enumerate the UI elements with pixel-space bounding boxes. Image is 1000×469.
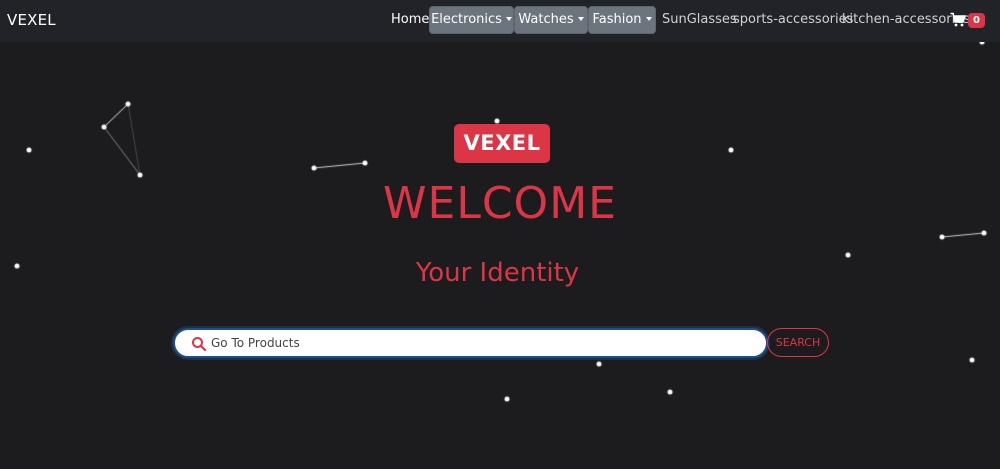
particle-background: [0, 0, 1000, 469]
hero-title: WELCOME: [383, 178, 617, 229]
caret-down-icon: [505, 17, 512, 21]
cart-count-badge: 0: [968, 13, 985, 28]
nav-electronics-dropdown[interactable]: Electronics: [429, 6, 514, 34]
nav-sports-accessories[interactable]: sports-accessories: [733, 12, 853, 27]
search-input[interactable]: [211, 333, 751, 353]
hero-subtitle: Your Identity: [415, 258, 580, 288]
nav-fashion-dropdown[interactable]: Fashion: [588, 6, 656, 34]
search-icon: [192, 337, 207, 352]
hero-logo-badge: VEXEL: [454, 124, 550, 163]
caret-down-icon: [577, 17, 584, 21]
nav-electronics-label: Electronics: [431, 12, 502, 27]
caret-down-icon: [645, 17, 652, 21]
search-button[interactable]: SEARCH: [767, 328, 829, 357]
cart-icon[interactable]: [950, 12, 966, 28]
nav-watches-label: Watches: [518, 12, 574, 27]
nav-sunglasses[interactable]: SunGlasses: [662, 12, 737, 27]
nav-watches-dropdown[interactable]: Watches: [514, 6, 588, 34]
brand-logo[interactable]: VEXEL: [7, 11, 56, 29]
navbar: VEXEL Home Electronics Watches Fashion S…: [0, 0, 1000, 42]
nav-fashion-label: Fashion: [592, 12, 642, 27]
nav-home[interactable]: Home: [391, 12, 429, 27]
search-bar: [173, 328, 768, 358]
